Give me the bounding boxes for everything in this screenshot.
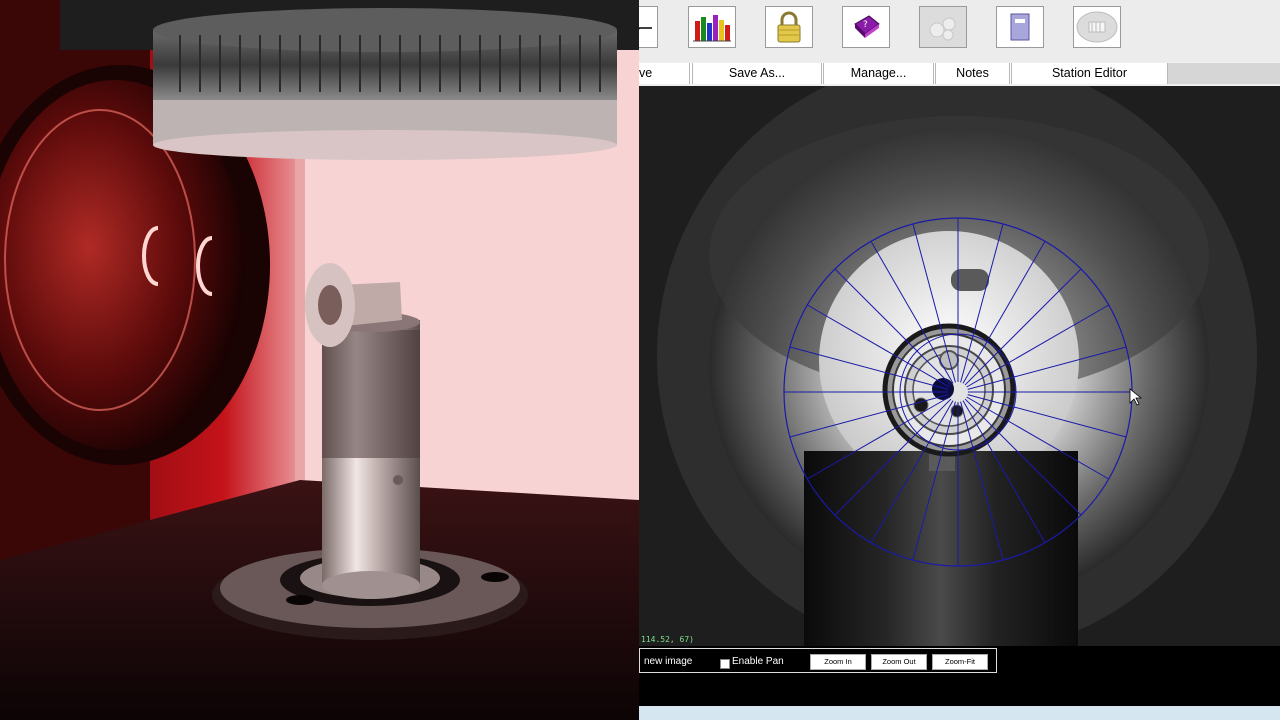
notebook-icon [1010,13,1030,41]
help-book-icon: ? [854,15,880,38]
waveform-button[interactable] [639,6,658,48]
station-photo [0,0,639,720]
enable-pan-checkbox[interactable] [720,659,730,669]
camera-image-view[interactable] [639,86,1280,646]
cursor-coordinates: 114.52, 67) [641,635,694,644]
new-image-label[interactable]: new image [644,656,692,667]
save-menu-item[interactable]: ve [639,63,690,84]
zoom-out-button[interactable]: Zoom Out [871,654,927,670]
settings-button[interactable] [919,6,967,48]
svg-text:?: ? [863,20,868,30]
toolbar: ? [639,0,1280,62]
notes-menu-item[interactable]: Notes [935,63,1010,84]
gear-cluster-icon [929,17,956,41]
enable-pan-label: Enable Pan [732,656,784,667]
lock-button[interactable] [765,6,813,48]
inspection-app-window: ? ve Save As... Manage... Notes Station … [639,0,1280,720]
notebook-button[interactable] [996,6,1044,48]
zoom-fit-button[interactable]: Zoom-Fit [932,654,988,670]
zoom-in-button[interactable]: Zoom In [810,654,866,670]
network-disk-icon [1076,11,1118,43]
network-button[interactable] [1073,6,1121,48]
status-strip [639,706,1280,720]
station-editor-menu-item[interactable]: Station Editor [1011,63,1168,84]
reports-button[interactable] [688,6,736,48]
menu-bar-filler [1168,63,1280,84]
bar-chart-icon [693,15,731,42]
viewer-controls: new image Enable Pan Zoom In Zoom Out Zo… [639,646,1280,706]
help-button[interactable]: ? [842,6,890,48]
padlock-icon [777,11,801,43]
waveform-icon [639,27,652,30]
manage-menu-item[interactable]: Manage... [823,63,934,84]
controls-group: new image Enable Pan Zoom In Zoom Out Zo… [639,648,997,673]
save-as-menu-item[interactable]: Save As... [692,63,822,84]
